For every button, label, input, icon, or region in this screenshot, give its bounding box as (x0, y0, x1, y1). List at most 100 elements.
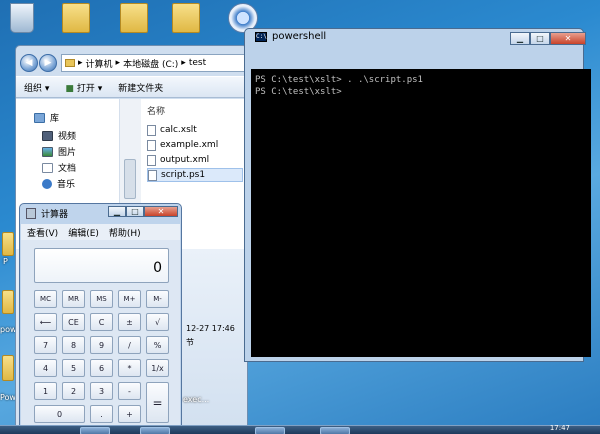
taskbar-button[interactable] (320, 427, 350, 434)
folder-icon (65, 59, 75, 67)
open-button[interactable]: ■ 打开 ▾ (57, 81, 110, 94)
chevron-down-icon: ▾ (44, 83, 50, 94)
powershell-icon: C:\ (255, 31, 267, 42)
taskbar-label: exec... (183, 395, 210, 404)
menu-view[interactable]: 查看(V) (27, 226, 58, 239)
chevron-right-icon: ▸ (181, 58, 186, 68)
key-5[interactable]: 5 (62, 359, 85, 377)
key-backspace[interactable]: ⟵ (34, 313, 57, 331)
key-reciprocal[interactable]: 1/x (146, 359, 169, 377)
key-sqrt[interactable]: √ (146, 313, 169, 331)
key-ce[interactable]: CE (62, 313, 85, 331)
key-plusminus[interactable]: ± (118, 313, 141, 331)
key-mr[interactable]: MR (62, 290, 85, 308)
chevron-right-icon: ▸ (78, 58, 83, 68)
key-ms[interactable]: MS (90, 290, 113, 308)
desktop-folder-icon[interactable] (2, 232, 14, 256)
key-0[interactable]: 0 (34, 405, 85, 423)
key-c[interactable]: C (90, 313, 113, 331)
address-bar: ◀ ▶ ▸ 计算机 ▸ 本地磁盘 (C:) ▸ test (20, 52, 245, 74)
nav-item-library[interactable]: 库 (34, 111, 59, 124)
menu-help[interactable]: 帮助(H) (109, 226, 141, 239)
key-divide[interactable]: / (118, 336, 141, 354)
file-item[interactable]: calc.xslt (147, 123, 243, 137)
nav-label: 文档 (58, 164, 77, 174)
file-icon (147, 154, 156, 166)
organize-button[interactable]: 组织 ▾ (16, 81, 57, 94)
file-item[interactable]: output.xml (147, 153, 243, 167)
picture-icon (42, 146, 53, 157)
maximize-button[interactable]: □ (126, 206, 144, 217)
key-percent[interactable]: % (146, 336, 169, 354)
column-header-name[interactable]: 名称 (147, 104, 165, 117)
key-multiply[interactable]: * (118, 359, 141, 377)
key-mc[interactable]: MC (34, 290, 57, 308)
maximize-button[interactable]: □ (530, 32, 550, 45)
breadcrumb-item[interactable]: 计算机 (86, 57, 113, 70)
video-icon (42, 130, 53, 141)
console-output[interactable]: PS C:\test\xslt> . .\script.ps1 PS C:\te… (251, 69, 591, 357)
key-8[interactable]: 8 (62, 336, 85, 354)
minimize-icon: ▁ (516, 34, 524, 43)
file-name: script.ps1 (161, 170, 206, 180)
minimize-button[interactable]: ▁ (108, 206, 126, 217)
key-2[interactable]: 2 (62, 382, 85, 400)
file-name: calc.xslt (160, 125, 197, 135)
key-add[interactable]: + (118, 405, 141, 423)
menu-bar: 查看(V) 编辑(E) 帮助(H) (21, 224, 180, 240)
display-value: 0 (153, 260, 162, 276)
desktop-folder-icon[interactable] (2, 290, 14, 314)
key-equals[interactable]: = (146, 382, 169, 423)
breadcrumb-item[interactable]: 本地磁盘 (C:) (123, 57, 178, 70)
key-subtract[interactable]: - (118, 382, 141, 400)
back-button[interactable]: ◀ (20, 54, 38, 72)
scrollbar-thumb[interactable] (124, 159, 136, 199)
key-7[interactable]: 7 (34, 336, 57, 354)
calculator-icon (26, 208, 36, 219)
breadcrumb-item[interactable]: test (189, 58, 206, 68)
menu-edit[interactable]: 编辑(E) (68, 226, 99, 239)
desktop-folder-icon[interactable] (120, 3, 148, 33)
taskbar-button[interactable] (255, 427, 285, 434)
breadcrumb[interactable]: ▸ 计算机 ▸ 本地磁盘 (C:) ▸ test (61, 54, 245, 72)
open-label: 打开 (76, 83, 95, 94)
desktop-folder-icon[interactable] (2, 355, 14, 381)
file-icon (147, 139, 156, 151)
window-title: powershell (272, 31, 327, 42)
console-line: PS C:\test\xslt> (255, 87, 342, 97)
key-6[interactable]: 6 (90, 359, 113, 377)
key-9[interactable]: 9 (90, 336, 113, 354)
taskbar-clock[interactable]: 17:47 (550, 424, 570, 432)
nav-label: 库 (50, 114, 60, 124)
new-folder-button[interactable]: 新建文件夹 (110, 81, 171, 94)
key-mminus[interactable]: M- (146, 290, 169, 308)
powershell-window: C:\ powershell ▁ □ ✕ PS C:\test\xslt> . … (244, 28, 591, 362)
nav-item-music[interactable]: 音乐 (42, 177, 75, 190)
key-4[interactable]: 4 (34, 359, 57, 377)
desktop-folder-icon[interactable] (62, 3, 90, 33)
chevron-down-icon: ▾ (97, 83, 103, 94)
key-1[interactable]: 1 (34, 382, 57, 400)
desktop-folder-icon[interactable] (172, 3, 200, 33)
nav-item-video[interactable]: 视频 (42, 129, 76, 142)
taskbar-button[interactable] (140, 427, 170, 434)
minimize-button[interactable]: ▁ (510, 32, 530, 45)
close-button[interactable]: ✕ (550, 32, 586, 45)
arrow-left-icon: ◀ (25, 58, 33, 68)
nav-item-pictures[interactable]: 图片 (42, 145, 76, 158)
file-item[interactable]: script.ps1 (147, 168, 243, 182)
forward-button[interactable]: ▶ (39, 54, 57, 72)
calculator-display: 0 (34, 248, 169, 283)
key-mplus[interactable]: M+ (118, 290, 141, 308)
recycle-bin-icon[interactable] (10, 3, 34, 33)
minimize-icon: ▁ (113, 207, 121, 216)
key-3[interactable]: 3 (90, 382, 113, 400)
file-item[interactable]: example.xml (147, 138, 243, 152)
taskbar-button[interactable] (80, 427, 110, 434)
nav-item-documents[interactable]: 文档 (42, 161, 76, 174)
library-icon (34, 112, 45, 123)
close-button[interactable]: ✕ (144, 206, 178, 217)
window-controls: ▁ □ ✕ (108, 206, 178, 217)
key-decimal[interactable]: . (90, 405, 113, 423)
nav-label: 视频 (58, 132, 77, 142)
